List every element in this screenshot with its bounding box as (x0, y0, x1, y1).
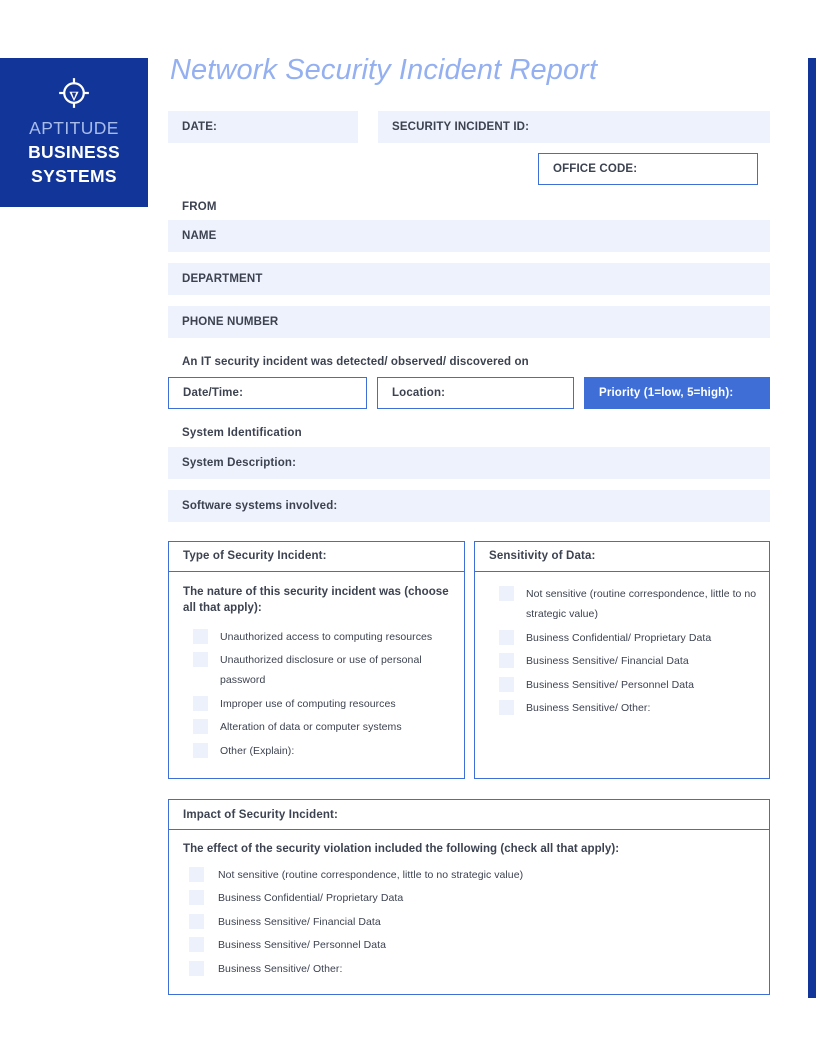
incident-type-panel-body: The nature of this security incident was… (169, 572, 464, 778)
list-item[interactable]: Business Sensitive/ Other: (181, 959, 757, 979)
checkbox-icon[interactable] (499, 676, 514, 692)
from-section-heading: FROM (182, 200, 217, 213)
detection-location-field[interactable]: Location: (377, 376, 574, 409)
right-accent-rail (808, 58, 816, 998)
system-identification-heading: System Identification (182, 426, 302, 439)
list-item[interactable]: Not sensitive (routine correspondence, l… (181, 865, 757, 885)
option-label: Unauthorized disclosure or use of person… (220, 654, 422, 687)
page-title: Network Security Incident Report (170, 54, 598, 86)
checkbox-icon[interactable] (193, 695, 208, 711)
checkbox-icon[interactable] (189, 960, 204, 976)
brand-sidebar: APTITUDE BUSINESS SYSTEMS (0, 58, 148, 207)
list-item[interactable]: Business Sensitive/ Financial Data (181, 912, 757, 932)
list-item[interactable]: Business Sensitive/ Financial Data (487, 651, 757, 671)
detection-statement: An IT security incident was detected/ ob… (182, 355, 529, 368)
checkbox-icon[interactable] (499, 629, 514, 645)
option-label: Business Confidential/ Proprietary Data (526, 631, 712, 644)
brand-line-business: BUSINESS (28, 141, 120, 162)
option-label: Improper use of computing resources (220, 697, 396, 710)
system-description-field[interactable]: System Description: (168, 446, 770, 479)
name-field[interactable]: NAME (168, 219, 770, 252)
sensitivity-panel: Sensitivity of Data: Not sensitive (rout… (474, 540, 770, 780)
detection-datetime-field[interactable]: Date/Time: (168, 376, 367, 409)
list-item[interactable]: Business Confidential/ Proprietary Data (181, 888, 757, 908)
list-item[interactable]: Business Confidential/ Proprietary Data (487, 628, 757, 648)
option-label: Other (Explain): (220, 744, 295, 757)
department-field[interactable]: DEPARTMENT (168, 262, 770, 295)
impact-prompt: The effect of the security violation inc… (183, 843, 620, 856)
checkbox-icon[interactable] (193, 652, 208, 668)
incident-type-options: Unauthorized access to computing resourc… (181, 627, 452, 762)
phone-number-field-row: PHONE NUMBER (168, 305, 770, 338)
checkbox-icon[interactable] (189, 913, 204, 929)
list-item[interactable]: Not sensitive (routine correspondence, l… (487, 584, 757, 625)
header-field-row: DATE: SECURITY INCIDENT ID: (168, 110, 770, 143)
department-field-row: DEPARTMENT (168, 262, 770, 295)
sensitivity-options: Not sensitive (routine correspondence, l… (487, 584, 757, 719)
detection-field-row: Date/Time: Location: Priority (1=low, 5=… (168, 376, 770, 409)
system-description-row: System Description: (168, 446, 770, 479)
checkbox-icon[interactable] (189, 890, 204, 906)
office-code-row: OFFICE CODE: (168, 152, 770, 185)
option-label: Business Sensitive/ Other: (218, 962, 343, 975)
option-label: Business Sensitive/ Other: (526, 702, 651, 715)
header-gap (358, 111, 378, 143)
name-field-row: NAME (168, 219, 770, 252)
software-systems-field[interactable]: Software systems involved: (168, 489, 770, 522)
checkbox-panels-row: Type of Security Incident: The nature of… (168, 540, 770, 780)
list-item[interactable]: Alteration of data or computer systems (181, 717, 452, 737)
detection-priority-field[interactable]: Priority (1=low, 5=high): (584, 376, 770, 409)
document-body: Network Security Incident Report DATE: S… (168, 54, 770, 996)
impact-panel-title: Impact of Security Incident: (169, 800, 769, 831)
list-item[interactable]: Business Sensitive/ Personnel Data (487, 675, 757, 695)
checkbox-icon[interactable] (193, 628, 208, 644)
sensitivity-panel-title: Sensitivity of Data: (475, 541, 769, 572)
impact-panel: Impact of Security Incident: The effect … (168, 799, 770, 996)
option-label: Business Sensitive/ Personnel Data (218, 939, 387, 952)
incident-type-prompt: The nature of this security incident was… (183, 585, 449, 615)
brand-line-aptitude: APTITUDE (29, 118, 119, 138)
list-item[interactable]: Improper use of computing resources (181, 694, 452, 714)
list-item[interactable]: Business Sensitive/ Other: (487, 698, 757, 718)
option-label: Not sensitive (routine correspondence, l… (218, 868, 524, 881)
option-label: Business Sensitive/ Personnel Data (526, 678, 695, 691)
option-label: Business Sensitive/ Financial Data (526, 655, 689, 668)
sensitivity-panel-body: Not sensitive (routine correspondence, l… (475, 572, 769, 750)
office-code-field[interactable]: OFFICE CODE: (538, 152, 758, 185)
checkbox-icon[interactable] (189, 866, 204, 882)
option-label: Alteration of data or computer systems (220, 721, 402, 734)
checkbox-icon[interactable] (189, 937, 204, 953)
list-item[interactable]: Other (Explain): (181, 741, 452, 761)
option-label: Business Confidential/ Proprietary Data (218, 892, 404, 905)
list-item[interactable]: Business Sensitive/ Personnel Data (181, 935, 757, 955)
checkbox-icon[interactable] (499, 653, 514, 669)
incident-type-panel: Type of Security Incident: The nature of… (168, 540, 465, 780)
option-label: Unauthorized access to computing resourc… (220, 630, 433, 643)
software-systems-row: Software systems involved: (168, 489, 770, 522)
option-label: Business Sensitive/ Financial Data (218, 915, 381, 928)
date-field[interactable]: DATE: (168, 110, 358, 143)
phone-number-field[interactable]: PHONE NUMBER (168, 305, 770, 338)
impact-options: Not sensitive (routine correspondence, l… (181, 865, 757, 979)
office-code-spacer (168, 153, 538, 185)
impact-panel-body: The effect of the security violation inc… (169, 830, 769, 994)
security-incident-id-field[interactable]: SECURITY INCIDENT ID: (378, 110, 770, 143)
checkbox-icon[interactable] (193, 742, 208, 758)
list-item[interactable]: Unauthorized access to computing resourc… (181, 627, 452, 647)
incident-type-panel-title: Type of Security Incident: (169, 541, 464, 572)
checkbox-icon[interactable] (499, 585, 514, 601)
crosshair-target-icon (57, 76, 91, 110)
option-label: Not sensitive (routine correspondence, l… (526, 587, 757, 621)
checkbox-icon[interactable] (193, 719, 208, 735)
list-item[interactable]: Unauthorized disclosure or use of person… (181, 650, 452, 691)
brand-line-systems: SYSTEMS (31, 165, 117, 186)
checkbox-icon[interactable] (499, 700, 514, 716)
